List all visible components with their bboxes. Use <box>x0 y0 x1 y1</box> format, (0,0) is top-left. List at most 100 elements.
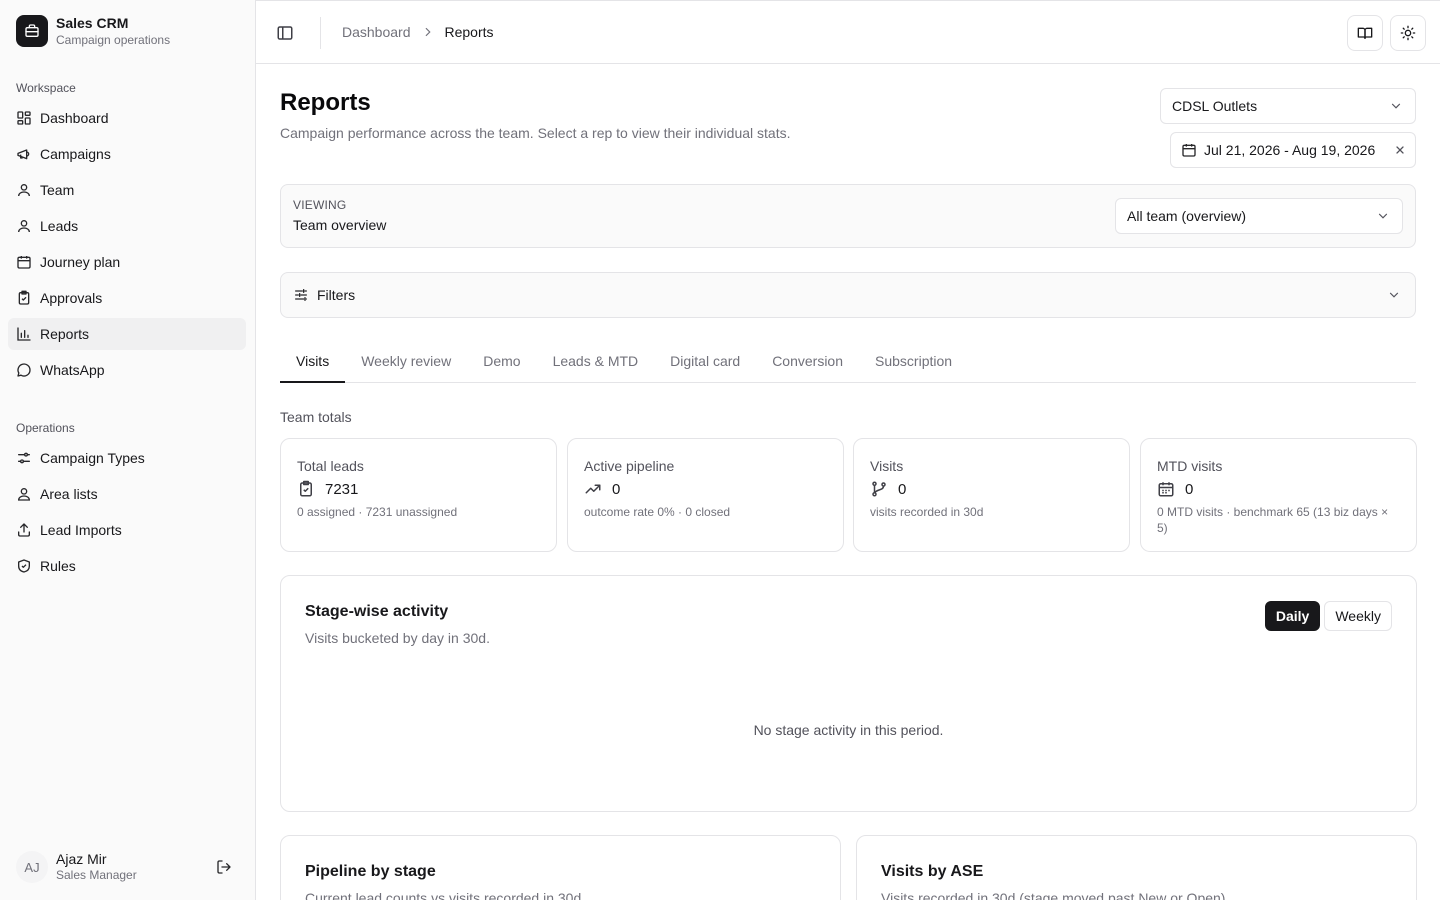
sidebar-item-label: Reports <box>40 326 90 342</box>
calendar-icon <box>1157 480 1175 498</box>
operations-nav: Campaign Types Area lists Lead Imports R… <box>8 442 246 586</box>
breadcrumb-dashboard[interactable]: Dashboard <box>342 24 411 40</box>
logout-icon[interactable] <box>216 859 232 875</box>
card-value: 7231 <box>325 480 359 498</box>
app-subtitle: Campaign operations <box>56 32 171 47</box>
date-range-value: Jul 21, 2026 - Aug 19, 2026 <box>1204 142 1376 158</box>
chevron-down-icon <box>1389 99 1403 113</box>
sliders-icon <box>293 287 309 303</box>
bar-chart-icon <box>16 326 32 342</box>
sidebar-item-label: Journey plan <box>40 254 121 270</box>
stage-activity-panel: Stage-wise activity Visits bucketed by d… <box>280 575 1417 812</box>
sidebar-item-label: Campaign Types <box>40 450 145 466</box>
sidebar-item-approvals[interactable]: Approvals <box>8 282 246 314</box>
rep-select-value: All team (overview) <box>1127 208 1247 224</box>
date-range-picker[interactable]: Jul 21, 2026 - Aug 19, 2026 <box>1170 132 1416 168</box>
git-branch-icon <box>870 480 888 498</box>
sidebar-item-reports[interactable]: Reports <box>8 318 246 350</box>
close-icon[interactable] <box>1394 144 1406 156</box>
workspace-nav: Dashboard Campaigns Team Leads Journey p… <box>8 102 246 390</box>
sun-icon <box>1400 25 1416 41</box>
sidebar-item-label: Lead Imports <box>40 522 122 538</box>
rep-select[interactable]: All team (overview) <box>1115 198 1403 234</box>
pipeline-by-stage-panel: Pipeline by stage Current lead counts vs… <box>280 835 841 900</box>
sidebar-item-lead-imports[interactable]: Lead Imports <box>8 514 246 546</box>
tab-subscription[interactable]: Subscription <box>859 342 968 382</box>
stat-card-total-leads: Total leads 7231 0 assigned · 7231 unass… <box>280 438 557 552</box>
sidebar-item-rules[interactable]: Rules <box>8 550 246 582</box>
docs-button[interactable] <box>1347 15 1383 51</box>
chevron-down-icon <box>1376 209 1390 223</box>
theme-toggle-button[interactable] <box>1390 15 1426 51</box>
user-icon <box>16 182 32 198</box>
page-subtitle: Campaign performance across the team. Se… <box>280 125 791 141</box>
sidebar-item-label: Rules <box>40 558 76 574</box>
megaphone-icon <box>16 146 32 162</box>
card-title: Active pipeline <box>584 458 675 474</box>
card-value: 0 <box>898 480 907 498</box>
stat-card-mtd-visits: MTD visits 0 0 MTD visits · benchmark 65… <box>1140 438 1417 552</box>
tab-weekly-review[interactable]: Weekly review <box>345 342 467 382</box>
tab-leads-mtd[interactable]: Leads & MTD <box>537 342 655 382</box>
sidebar-item-leads[interactable]: Leads <box>8 210 246 242</box>
visits-by-ase-panel: Visits by ASE Visits recorded in 30d (st… <box>856 835 1417 900</box>
shield-check-icon <box>16 558 32 574</box>
tab-conversion[interactable]: Conversion <box>756 342 859 382</box>
outlet-select-value: CDSL Outlets <box>1172 98 1258 114</box>
brand[interactable]: Sales CRM Campaign operations <box>16 15 171 48</box>
panel-subtitle: Visits bucketed by day in 30d. <box>305 630 490 646</box>
weekly-button[interactable]: Weekly <box>1324 601 1392 631</box>
tab-digital-card[interactable]: Digital card <box>654 342 756 382</box>
sidebar-item-team[interactable]: Team <box>8 174 246 206</box>
viewing-value: Team overview <box>293 217 387 233</box>
chevron-down-icon <box>1387 288 1401 302</box>
card-title: MTD visits <box>1157 458 1223 474</box>
sidebar-item-campaign-types[interactable]: Campaign Types <box>8 442 246 474</box>
sidebar-item-campaigns[interactable]: Campaigns <box>8 138 246 170</box>
sidebar-item-label: Campaigns <box>40 146 111 162</box>
granularity-toggle: Daily Weekly <box>1261 601 1392 631</box>
empty-state: No stage activity in this period. <box>753 722 944 738</box>
sidebar-item-journey-plan[interactable]: Journey plan <box>8 246 246 278</box>
sidebar-item-dashboard[interactable]: Dashboard <box>8 102 246 134</box>
nav-group-operations: Operations <box>16 421 75 435</box>
user-icon <box>16 218 32 234</box>
sidebar-item-label: Approvals <box>40 290 103 306</box>
user-menu[interactable]: AJ Ajaz Mir Sales Manager <box>16 850 240 884</box>
calendar-icon <box>16 254 32 270</box>
page-title: Reports <box>280 89 371 116</box>
stat-card-active-pipeline: Active pipeline 0 outcome rate 0% · 0 cl… <box>567 438 844 552</box>
sidebar: Sales CRM Campaign operations Workspace … <box>0 0 256 900</box>
nav-group-workspace: Workspace <box>16 81 76 95</box>
briefcase-icon <box>16 15 48 48</box>
card-note: 0 assigned · 7231 unassigned <box>297 505 458 519</box>
panel-title: Pipeline by stage <box>305 863 436 880</box>
card-note: 0 MTD visits · benchmark 65 (13 biz days… <box>1157 505 1389 535</box>
panel-title: Visits by ASE <box>881 863 984 880</box>
sidebar-item-label: Dashboard <box>40 110 109 126</box>
tab-visits[interactable]: Visits <box>280 342 346 383</box>
daily-button[interactable]: Daily <box>1264 601 1321 631</box>
filters-label: Filters <box>317 287 356 303</box>
panel-subtitle: Current lead counts vs visits recorded i… <box>305 890 582 900</box>
user-role: Sales Manager <box>56 868 137 883</box>
sidebar-item-area-lists[interactable]: Area lists <box>8 478 246 510</box>
tab-demo[interactable]: Demo <box>467 342 536 382</box>
section-label: Team totals <box>280 409 352 425</box>
book-open-icon <box>1357 25 1373 41</box>
breadcrumb: Dashboard Reports <box>342 24 494 40</box>
card-note: outcome rate 0% · 0 closed <box>584 505 731 519</box>
trending-up-icon <box>584 480 602 498</box>
dashboard-icon <box>16 110 32 126</box>
sidebar-toggle-icon[interactable] <box>276 24 294 42</box>
viewing-panel: VIEWING Team overview All team (overview… <box>280 184 1416 248</box>
sidebar-item-whatsapp[interactable]: WhatsApp <box>8 354 246 386</box>
clipboard-check-icon <box>297 480 315 498</box>
upload-icon <box>16 522 32 538</box>
sidebar-item-label: Area lists <box>40 486 98 502</box>
panel-title: Stage-wise activity <box>305 603 449 620</box>
filters-toggle[interactable]: Filters <box>280 272 1416 318</box>
avatar: AJ <box>16 851 48 883</box>
sidebar-item-label: Leads <box>40 218 79 234</box>
outlet-select[interactable]: CDSL Outlets <box>1160 88 1416 124</box>
